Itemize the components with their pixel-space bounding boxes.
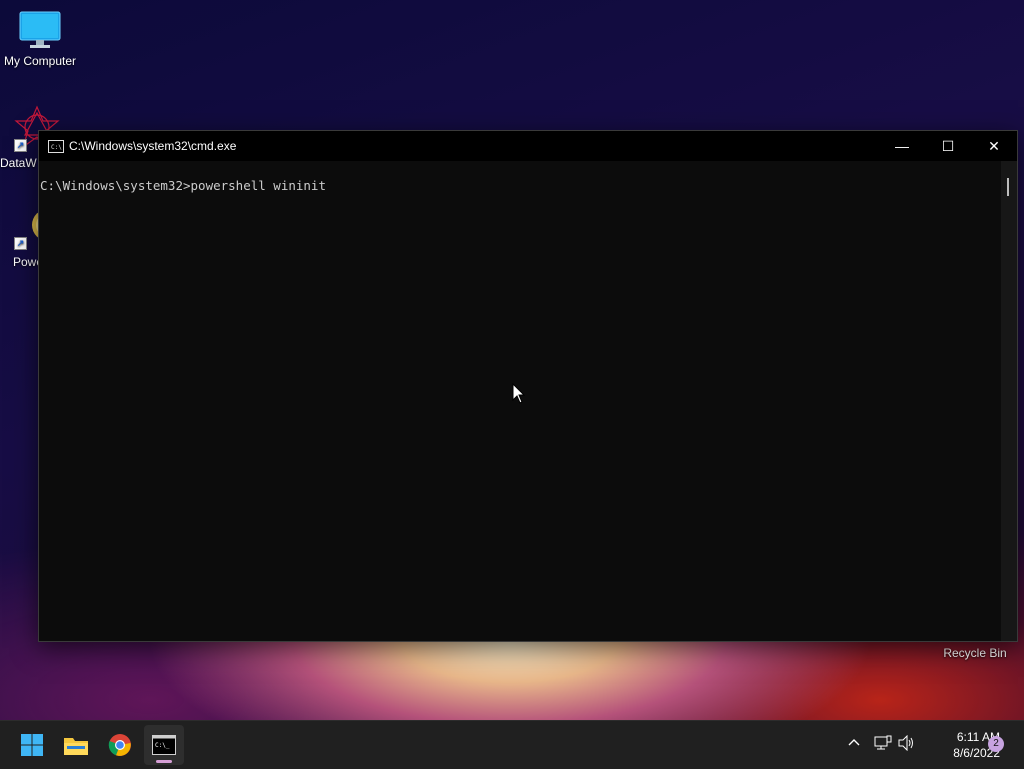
svg-text:C:\_: C:\_ [155,742,170,749]
desktop-icon-label: My Computer [3,54,77,68]
title-bar[interactable]: C:\ C:\Windows\system32\cmd.exe — ☐ ✕ [39,131,1017,161]
active-indicator [156,760,172,763]
vertical-scrollbar[interactable] [1001,161,1017,641]
mouse-cursor-icon [512,383,526,404]
shortcut-arrow-icon: ↗ [14,237,27,250]
desktop-icon-recycle-bin[interactable]: Recycle Bin [936,646,1014,660]
cmd-icon: C:\_ [152,735,176,755]
chrome-button[interactable] [100,725,140,765]
chrome-icon [108,734,131,756]
console-line: C:\Windows\system32>powershell wininit [40,178,326,193]
cmd-taskbar-button[interactable]: C:\_ [144,725,184,765]
desktop-icon-label: DataW [0,156,37,170]
monitor-icon [19,11,61,48]
network-icon[interactable] [874,735,892,754]
start-button[interactable] [12,725,52,765]
cmd-app-icon: C:\ [48,140,64,153]
notification-badge[interactable]: 2 [988,736,1004,752]
file-explorer-button[interactable] [56,725,96,765]
folder-icon [64,738,88,755]
desktop-icon-my-computer[interactable]: My Computer [0,10,80,68]
window-title: C:\Windows\system32\cmd.exe [69,139,237,153]
scroll-thumb[interactable] [1007,178,1009,196]
maximize-button[interactable]: ☐ [925,131,971,161]
close-button[interactable]: ✕ [971,131,1017,161]
cmd-window[interactable]: C:\ C:\Windows\system32\cmd.exe — ☐ ✕ C:… [38,130,1018,642]
minimize-button[interactable]: — [879,131,925,161]
recycle-bin-label: Recycle Bin [943,646,1007,660]
volume-icon[interactable] [898,734,916,754]
taskbar: C:\_ 6:11 AM 8/6/2022 [0,720,1024,769]
windows-logo-icon [21,734,43,756]
shortcut-arrow-icon: ↗ [14,139,27,152]
chevron-up-icon[interactable] [848,735,860,751]
